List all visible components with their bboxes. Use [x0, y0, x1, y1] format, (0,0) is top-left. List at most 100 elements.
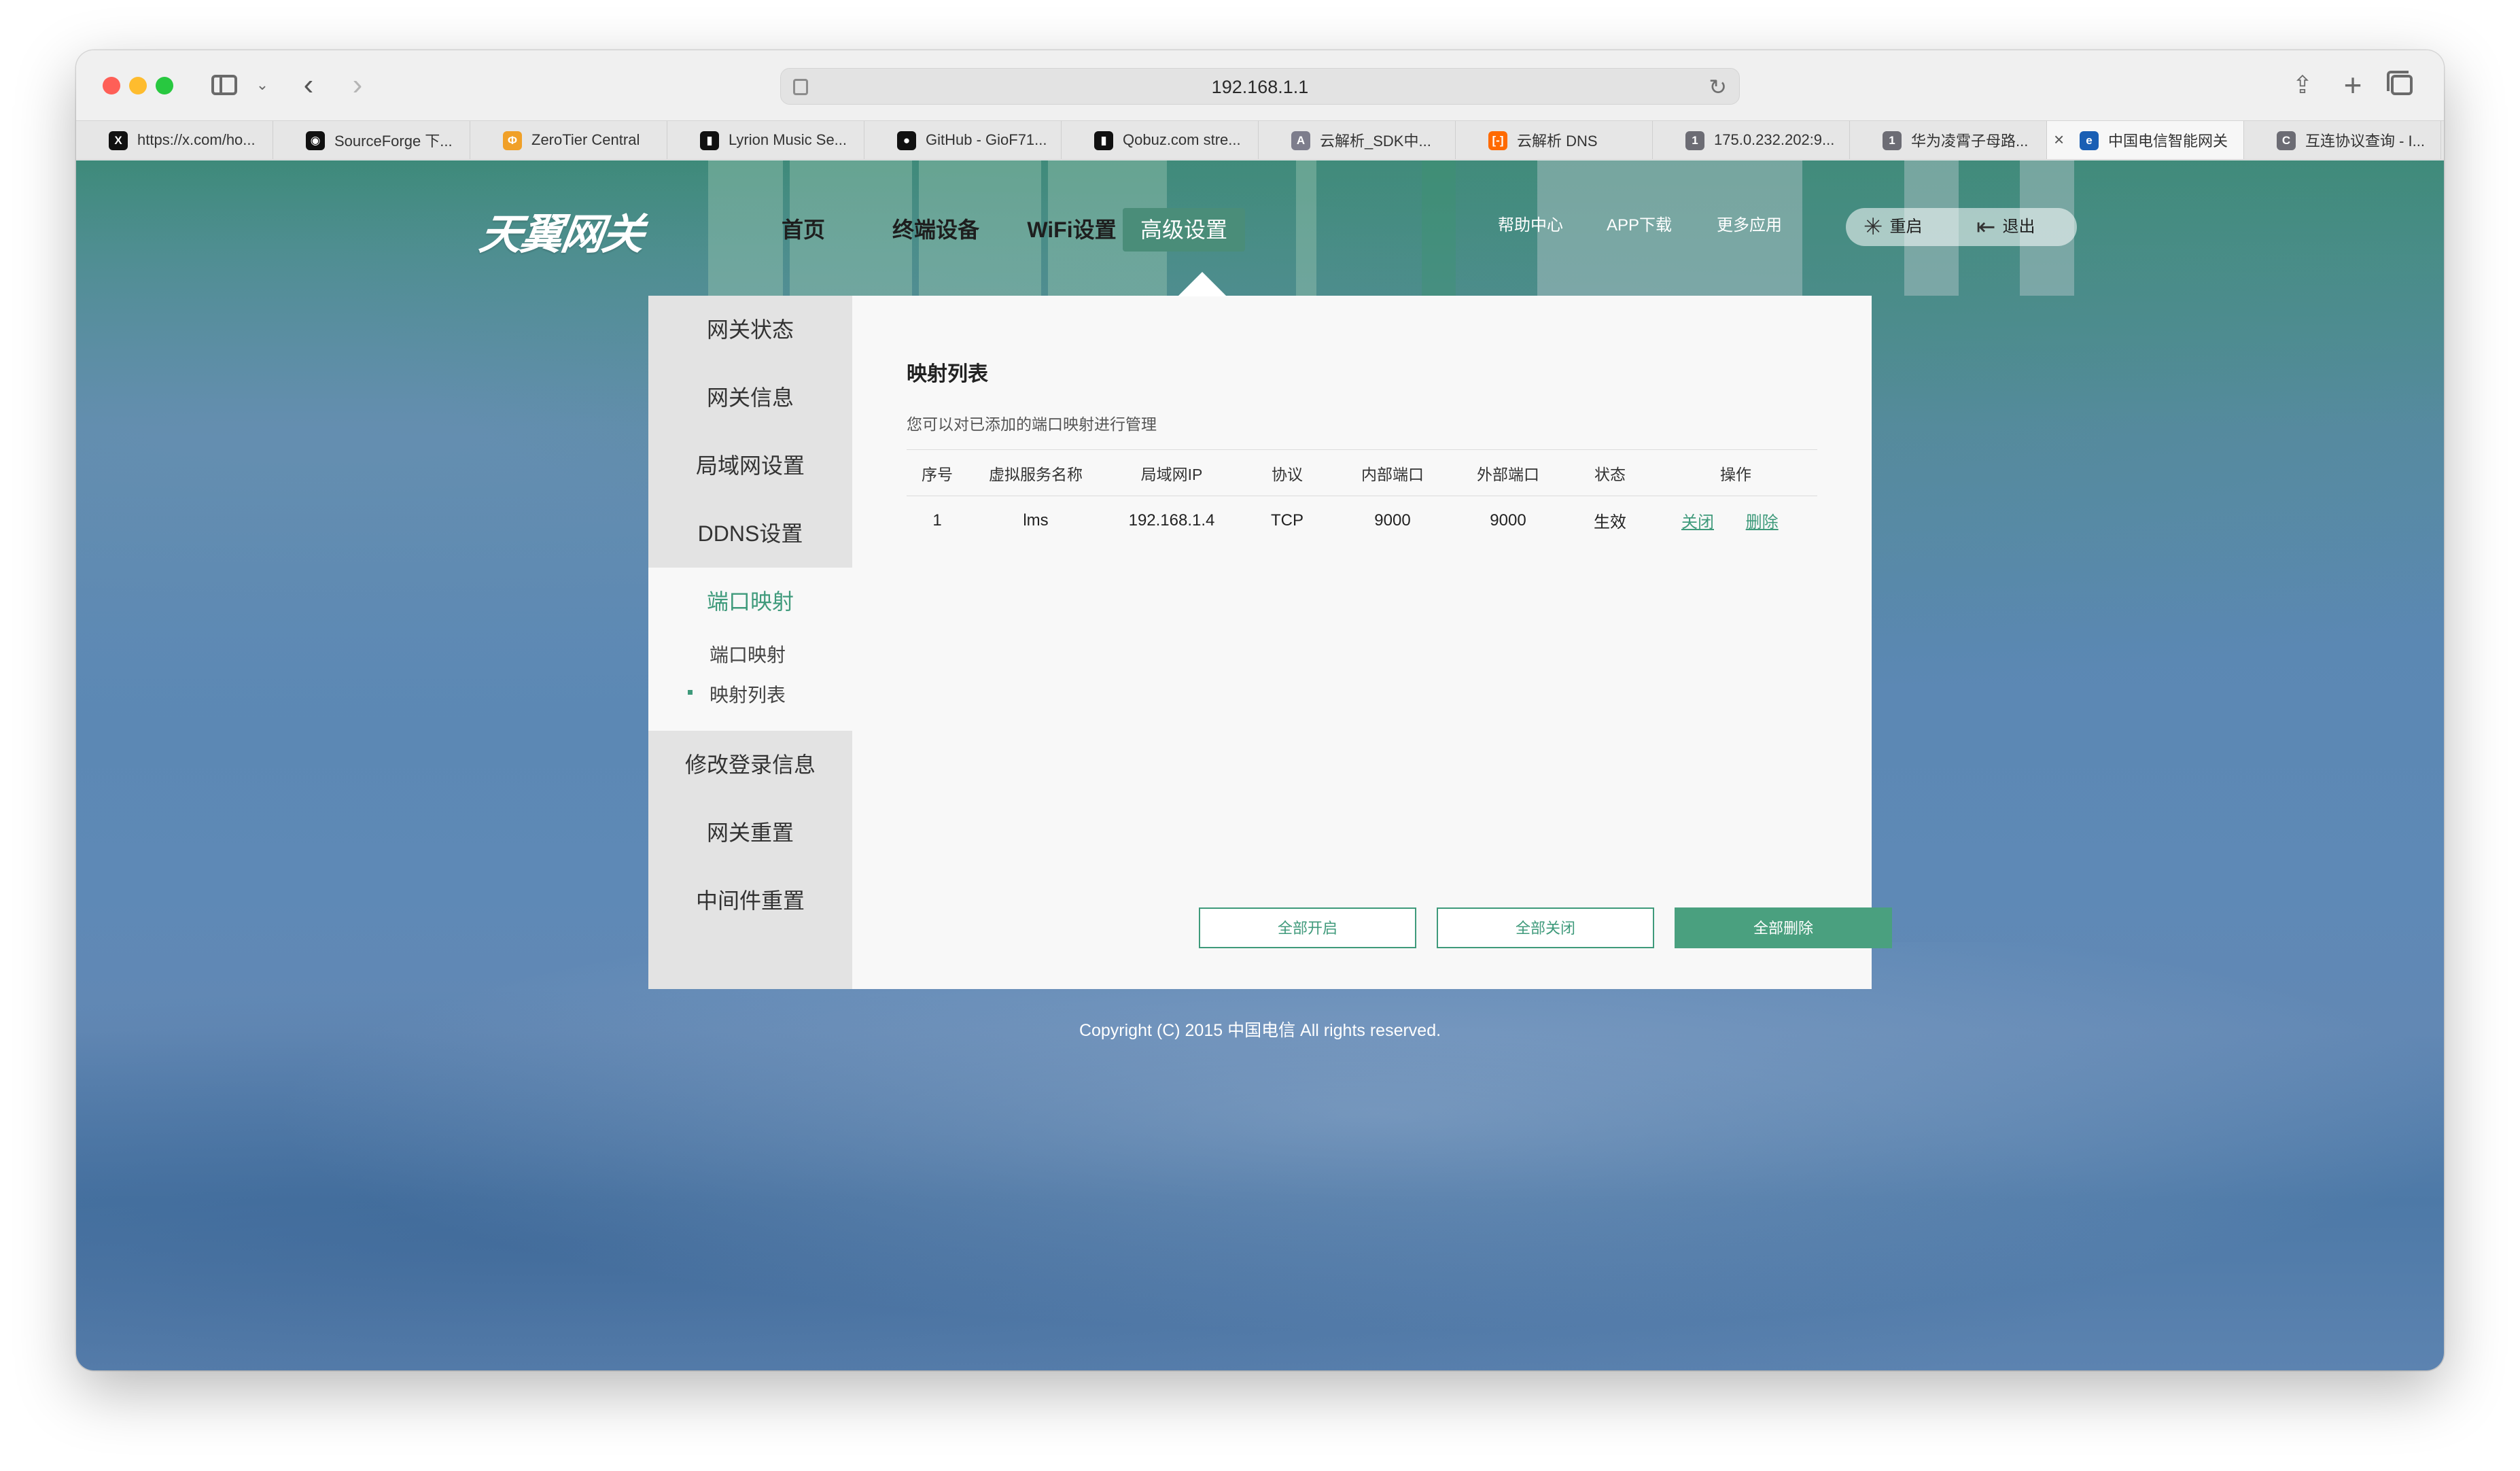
new-tab-icon[interactable]: + — [2338, 67, 2368, 103]
sidebar-toggle-icon[interactable] — [209, 68, 239, 102]
browser-window: ⌄ ‹ › 192.168.1.1 ↻ ⇪ + Xhttps://x.com/h… — [76, 50, 2444, 1370]
cell-external-port: 9000 — [1490, 510, 1526, 530]
main-area: 映射列表 您可以对已添加的端口映射进行管理 序号 虚拟服务名称 局域网IP 协议… — [852, 296, 1892, 989]
side-item-lan-settings[interactable]: 局域网设置 — [648, 432, 852, 500]
tab-label: Qobuz.com stre... — [1123, 131, 1241, 148]
tab-label: 云解析_SDK中... — [1320, 133, 1431, 150]
tab-label: Lyrion Music Se... — [729, 131, 847, 148]
help-center-link[interactable]: 帮助中心 — [1498, 205, 1563, 246]
logout-icon: ⇤ — [1976, 214, 1996, 240]
close-window-button[interactable] — [103, 77, 120, 94]
browser-tab[interactable]: C 互连协议查询 - I... — [2244, 121, 2441, 159]
more-apps-link[interactable]: 更多应用 — [1717, 205, 1782, 246]
qobuz-icon: ▮ — [1094, 131, 1113, 150]
col-header: 序号 — [907, 449, 968, 496]
web-content: 天翼网关 首页 终端设备 WiFi设置 高级设置 帮助中心 APP下载 更多应用… — [76, 160, 2444, 1370]
browser-tab[interactable]: ● GitHub - GioF71... — [864, 121, 1062, 159]
table-header-row: 序号 虚拟服务名称 局域网IP 协议 内部端口 外部端口 状态 操作 — [907, 449, 1817, 496]
col-header: 外部端口 — [1450, 449, 1566, 496]
number-one-icon: 1 — [1685, 131, 1704, 150]
zerotier-icon: Φ — [503, 131, 522, 150]
cell-internal-port: 9000 — [1374, 510, 1411, 530]
address-bar[interactable]: 192.168.1.1 ↻ — [780, 68, 1740, 105]
disable-all-button[interactable]: 全部关闭 — [1437, 907, 1654, 948]
x-logo-icon: X — [109, 131, 128, 150]
browser-tab[interactable]: 1 华为凌霄子母路... — [1850, 121, 2047, 159]
page-description: 您可以对已添加的端口映射进行管理 — [907, 415, 1157, 433]
tab-overview-icon[interactable] — [2387, 68, 2417, 102]
side-item-gateway-reset[interactable]: 网关重置 — [648, 799, 852, 867]
nav-advanced-settings[interactable]: 高级设置 — [1123, 208, 1245, 252]
github-icon: ● — [897, 131, 916, 150]
cell-ip: 192.168.1.4 — [1128, 510, 1215, 530]
side-sub-port-mapping[interactable]: 端口映射 — [710, 640, 786, 668]
col-header: 状态 — [1566, 449, 1654, 496]
mapping-table: 序号 虚拟服务名称 局域网IP 协议 内部端口 外部端口 状态 操作 1 lms… — [907, 449, 1817, 545]
aliyun-cloud-icon: [-] — [1488, 131, 1507, 150]
tab-bar: Xhttps://x.com/ho... ◉ SourceForge 下... Φ Ze… — [76, 120, 2444, 160]
reload-icon[interactable]: ↻ — [1709, 73, 1727, 101]
nav-home[interactable]: 首页 — [759, 208, 847, 252]
nav-wifi-settings[interactable]: WiFi设置 — [1000, 208, 1143, 252]
browser-tab[interactable]: A 云解析_SDK中... — [1259, 121, 1456, 159]
cell-name: lms — [1023, 510, 1049, 530]
browser-tab[interactable]: 1 175.0.232.202:9... — [1653, 121, 1850, 159]
side-sub-mapping-list[interactable]: 映射列表 — [687, 680, 786, 708]
zoom-window-button[interactable] — [156, 77, 173, 94]
china-telecom-icon: e — [2080, 131, 2099, 150]
minimize-window-button[interactable] — [129, 77, 147, 94]
sourceforge-icon: ◉ — [306, 131, 325, 150]
letter-c-icon: C — [2277, 131, 2296, 150]
disable-link[interactable]: 关闭 — [1681, 513, 1714, 532]
browser-tab[interactable]: Xhttps://x.com/ho... — [76, 121, 273, 159]
side-item-gateway-info[interactable]: 网关信息 — [648, 364, 852, 432]
number-one-icon: 1 — [1883, 131, 1902, 150]
side-item-middleware-reset[interactable]: 中间件重置 — [648, 867, 852, 935]
table-row: 1 lms 192.168.1.4 TCP 9000 9000 生效 关闭 删除 — [907, 496, 1817, 545]
side-navigation: 网关状态 网关信息 局域网设置 DDNS设置 端口映射 端口映射 映射列表 修改… — [648, 296, 852, 989]
browser-tab[interactable]: [-] 云解析 DNS — [1456, 121, 1653, 159]
close-tab-icon[interactable]: × — [2054, 129, 2064, 150]
col-header: 操作 — [1654, 449, 1817, 496]
lyrion-icon: ▮ — [700, 131, 719, 150]
forward-icon[interactable]: › — [344, 68, 371, 102]
tab-label: 中国电信智能网关 — [2108, 133, 2228, 150]
tab-label: GitHub - GioF71... — [926, 131, 1047, 148]
browser-tab[interactable]: Φ ZeroTier Central — [470, 121, 667, 159]
restart-button[interactable]: ✳ 重启 — [1863, 208, 1923, 246]
side-item-gateway-status[interactable]: 网关状态 — [648, 296, 852, 364]
side-item-change-login[interactable]: 修改登录信息 — [648, 731, 852, 799]
logout-label: 退出 — [2002, 218, 2035, 236]
restart-label: 重启 — [1889, 218, 1923, 236]
tab-label: https://x.com/ho... — [137, 131, 256, 148]
browser-tab[interactable]: ▮ Lyrion Music Se... — [667, 121, 864, 159]
tab-label: 175.0.232.202:9... — [1714, 131, 1835, 148]
browser-tab[interactable]: ▮ Qobuz.com stre... — [1062, 121, 1259, 159]
nav-pointer — [1178, 272, 1227, 296]
nav-terminal-devices[interactable]: 终端设备 — [864, 208, 1007, 252]
copyright-footer: Copyright (C) 2015 中国电信 All rights reser… — [1079, 1021, 1441, 1040]
col-header: 内部端口 — [1335, 449, 1450, 496]
share-icon[interactable]: ⇪ — [2288, 68, 2317, 102]
restart-spinner-icon: ✳ — [1863, 214, 1883, 240]
side-item-ddns-settings[interactable]: DDNS设置 — [648, 500, 852, 568]
tab-label: ZeroTier Central — [531, 131, 640, 148]
logout-button[interactable]: ⇤ 退出 — [1976, 208, 2035, 246]
page-title: 映射列表 — [907, 363, 988, 385]
browser-tab[interactable]: × e 中国电信智能网关 — [2047, 121, 2244, 159]
app-download-link[interactable]: APP下载 — [1607, 205, 1672, 246]
tab-label: SourceForge 下... — [334, 133, 453, 150]
tab-label: 华为凌霄子母路... — [1911, 133, 2029, 150]
enable-all-button[interactable]: 全部开启 — [1199, 907, 1416, 948]
chevron-down-icon[interactable]: ⌄ — [254, 68, 270, 102]
browser-tab[interactable]: ◉ SourceForge 下... — [273, 121, 470, 159]
delete-link[interactable]: 删除 — [1746, 513, 1779, 532]
tab-label: 互连协议查询 - I... — [2305, 133, 2426, 150]
side-item-port-mapping[interactable]: 端口映射 — [648, 568, 852, 636]
cell-status: 生效 — [1594, 513, 1626, 532]
address-text: 192.168.1.1 — [1211, 77, 1309, 97]
cell-no: 1 — [932, 510, 942, 530]
delete-all-button[interactable]: 全部删除 — [1675, 907, 1892, 948]
col-header: 协议 — [1240, 449, 1335, 496]
back-icon[interactable]: ‹ — [295, 68, 322, 102]
